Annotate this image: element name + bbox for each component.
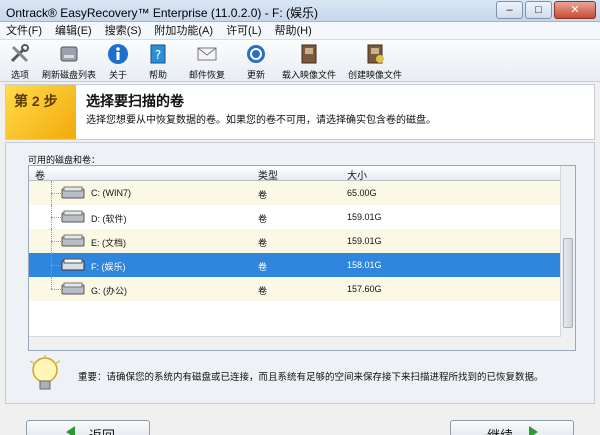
- volume-row-e[interactable]: E: (文档) 卷 159.01G: [29, 229, 561, 253]
- volume-size: 157.60G: [347, 284, 382, 294]
- scrollbar-thumb[interactable]: [563, 238, 573, 328]
- volume-type: 卷: [258, 262, 268, 272]
- volume-type: 卷: [258, 286, 268, 296]
- about-button[interactable]: 关于: [102, 40, 134, 81]
- volume-size: 65.00G: [347, 188, 377, 198]
- menu-bar: 文件(F) 编辑(E) 搜索(S) 附加功能(A) 许可(L) 帮助(H): [0, 22, 600, 40]
- notice-text: 重要：请确保您的系统内有磁盘或已连接，而且系统有足够的空间来保存接下来扫描进程所…: [78, 372, 544, 383]
- lightbulb-icon: [28, 355, 62, 398]
- update-icon: [244, 42, 268, 66]
- step-number-box: 第 2 步: [6, 85, 76, 139]
- volume-name: E: (文档): [91, 238, 126, 248]
- arrow-left-icon: [63, 424, 79, 435]
- drive-icon: [61, 234, 87, 250]
- volume-panel: 可用的磁盘和卷： 卷 类型 大小 C: (WIN7) 卷 65.00G D: (…: [5, 142, 595, 404]
- toolbar: 选项 刷新磁盘列表 关于 ? 帮助 邮件恢复 更新 载入映像文件 创建映像文件: [0, 40, 600, 82]
- volume-name: F: (娱乐): [91, 262, 126, 272]
- menu-search[interactable]: 搜索(S): [105, 22, 142, 39]
- create-image-icon: [363, 42, 387, 66]
- volume-list-header: 卷 类型 大小: [29, 166, 575, 182]
- minimize-button[interactable]: –: [496, 1, 523, 19]
- menu-addons[interactable]: 附加功能(A): [154, 22, 213, 39]
- window-controls: – □ ✕: [494, 1, 596, 19]
- important-notice: 重要：请确保您的系统内有磁盘或已连接，而且系统有足够的空间来保存接下来扫描进程所…: [28, 353, 576, 401]
- create-image-button[interactable]: 创建映像文件: [346, 40, 404, 81]
- refresh-disk-icon: [57, 42, 81, 66]
- info-icon: [106, 42, 130, 66]
- step-number: 第 2 步: [14, 93, 58, 109]
- help-button[interactable]: ? 帮助: [142, 40, 174, 81]
- back-button[interactable]: 返回: [26, 420, 150, 435]
- drive-icon: [61, 210, 87, 226]
- vertical-scrollbar[interactable]: [560, 166, 575, 350]
- tools-icon: [8, 42, 32, 66]
- step-description: 选择您想要从中恢复数据的卷。如果您的卷不可用，请选择确实包含卷的磁盘。: [86, 115, 436, 126]
- help-book-icon: ?: [146, 42, 170, 66]
- refresh-disk-list-button[interactable]: 刷新磁盘列表: [42, 40, 96, 81]
- window-title: Ontrack® EasyRecovery™ Enterprise (11.0.…: [6, 6, 319, 20]
- load-image-icon: [297, 42, 321, 66]
- mail-icon: [195, 42, 219, 66]
- volume-size: 159.01G: [347, 212, 382, 222]
- volume-name: G: (办公): [91, 286, 127, 296]
- menu-license[interactable]: 许可(L): [226, 22, 261, 39]
- volume-row-c[interactable]: C: (WIN7) 卷 65.00G: [29, 181, 561, 205]
- volume-name: D: (软件): [91, 214, 127, 224]
- volume-list[interactable]: 卷 类型 大小 C: (WIN7) 卷 65.00G D: (软件) 卷 159…: [28, 165, 576, 351]
- volume-row-d[interactable]: D: (软件) 卷 159.01G: [29, 205, 561, 229]
- title-bar: Ontrack® EasyRecovery™ Enterprise (11.0.…: [0, 0, 600, 22]
- drive-icon: [61, 258, 87, 274]
- volume-type: 卷: [258, 190, 268, 200]
- close-button[interactable]: ✕: [554, 1, 596, 19]
- load-image-button[interactable]: 载入映像文件: [280, 40, 338, 81]
- volume-name: C: (WIN7): [91, 188, 131, 198]
- drive-icon: [61, 282, 87, 298]
- maximize-button[interactable]: □: [525, 1, 552, 19]
- menu-edit[interactable]: 编辑(E): [55, 22, 92, 39]
- volume-size: 158.01G: [347, 260, 382, 270]
- horizontal-scrollbar[interactable]: [29, 336, 561, 350]
- column-header-type[interactable]: 类型: [258, 167, 278, 182]
- drive-icon: [61, 186, 87, 202]
- next-button[interactable]: 继续: [450, 420, 574, 435]
- arrow-right-icon: [525, 424, 541, 435]
- mail-recovery-button[interactable]: 邮件恢复: [182, 40, 232, 81]
- step-header: 第 2 步 选择要扫描的卷 选择您想要从中恢复数据的卷。如果您的卷不可用，请选择…: [5, 84, 595, 140]
- menu-help[interactable]: 帮助(H): [275, 22, 312, 39]
- volume-type: 卷: [258, 238, 268, 248]
- step-title: 选择要扫描的卷: [86, 93, 184, 109]
- volume-type: 卷: [258, 214, 268, 224]
- volume-row-f-selected[interactable]: F: (娱乐) 卷 158.01G: [29, 253, 561, 277]
- column-header-size[interactable]: 大小: [347, 167, 367, 182]
- svg-text:?: ?: [155, 48, 161, 62]
- volume-row-g[interactable]: G: (办公) 卷 157.60G: [29, 277, 561, 301]
- menu-file[interactable]: 文件(F): [6, 22, 42, 39]
- volume-size: 159.01G: [347, 236, 382, 246]
- options-button[interactable]: 选项: [4, 40, 36, 81]
- update-button[interactable]: 更新: [240, 40, 272, 81]
- column-header-volume[interactable]: 卷: [35, 167, 45, 182]
